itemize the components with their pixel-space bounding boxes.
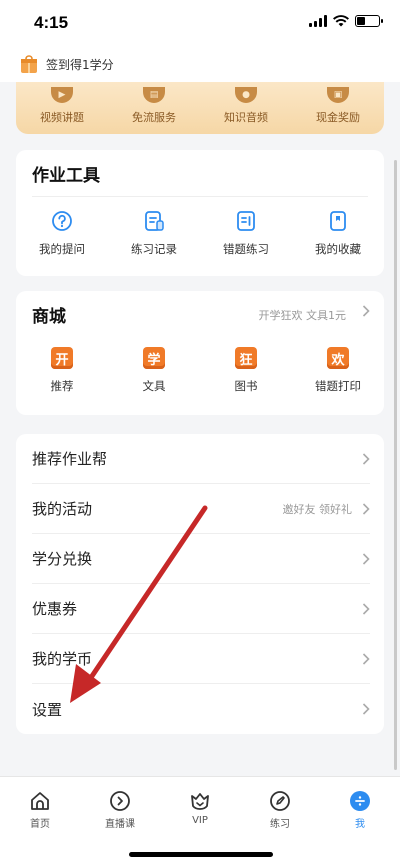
menu-list-card: 推荐作业帮 我的活动 邀好友 领好礼 学分兑换 优惠券 我的学币 设置 [16,434,384,734]
wifi-icon [333,15,349,27]
tool-label: 错题练习 [223,242,269,256]
tab-label: 首页 [30,819,50,830]
tool-favorites[interactable]: 我的收藏 [296,210,380,257]
chevron-right-icon [362,502,370,515]
tab-me[interactable]: 我 [325,790,395,830]
tab-practice[interactable]: 练习 [245,790,315,830]
tool-practice-record[interactable]: 练习记录 [112,210,196,257]
menu-item-label: 优惠券 [32,600,78,618]
cellular-signal-icon [309,15,327,27]
tab-home[interactable]: 首页 [5,790,75,830]
menu-item-credit-exchange[interactable]: 学分兑换 [32,534,370,584]
live-icon [110,791,130,811]
menu-item-settings[interactable]: 设置 [32,684,370,734]
mall-item-label: 文具 [142,379,166,393]
benefit-video[interactable]: ▶ 视频讲题 [22,87,102,125]
practice-icon [270,791,290,811]
mall-item-label: 推荐 [50,379,74,393]
menu-item-label: 设置 [32,700,63,719]
chevron-right-icon [362,552,370,565]
mall-wrong-print-icon: 欢 [327,347,349,369]
homework-tools-card: 作业工具 我的提问 练习记录 错题练习 我的收藏 [16,150,384,276]
mall-recommend[interactable]: 开 推荐 [20,347,104,394]
status-bar: 4:15 [0,0,400,46]
chevron-right-icon [362,703,370,715]
gift-icon: ▣ [327,87,349,103]
wrong-question-icon [237,211,255,231]
mall-stationery-icon: 学 [143,347,165,369]
menu-item-my-coins[interactable]: 我的学币 [32,634,370,684]
mall-books[interactable]: 狂 图书 [204,347,288,394]
tool-label: 练习记录 [131,242,177,256]
benefit-label: 免流服务 [132,111,176,124]
mall-item-label: 错题打印 [315,379,361,393]
status-time: 4:15 [34,13,69,32]
me-icon [350,791,370,811]
video-icon: ▶ [51,87,73,103]
tab-live[interactable]: 直播课 [85,790,155,830]
tool-label: 我的收藏 [315,242,361,256]
sim-icon: ▤ [143,87,165,103]
tab-label: 练习 [270,819,290,830]
homework-tools-title: 作业工具 [32,166,100,186]
tab-vip[interactable]: VIP [165,790,235,830]
practice-record-icon [145,211,164,231]
question-icon [52,211,72,231]
menu-item-recommend[interactable]: 推荐作业帮 [32,434,370,484]
chevron-right-icon [362,652,370,665]
mall-title[interactable]: 商城 [32,302,66,327]
tab-label: 直播课 [105,819,135,830]
benefit-cash[interactable]: ▣ 现金奖励 [298,87,378,125]
mall-card: 商城 开学狂欢 文具1元 开 推荐 学 文具 狂 图书 欢 错题打印 [16,291,384,415]
benefit-free-data[interactable]: ▤ 免流服务 [114,87,194,125]
mall-promo-text[interactable]: 开学狂欢 文具1元 [259,307,347,323]
status-icons [309,15,383,27]
benefit-label: 知识音频 [224,111,268,124]
battery-icon [355,15,383,27]
mall-wrong-print[interactable]: 欢 错题打印 [296,347,380,394]
benefit-label: 视频讲题 [40,111,84,124]
chevron-right-icon[interactable] [362,305,370,317]
chevron-right-icon [362,452,370,465]
benefit-audio[interactable]: ● 知识音频 [206,87,286,125]
home-indicator[interactable] [129,852,273,857]
menu-item-label: 推荐作业帮 [32,450,108,468]
menu-item-label: 学分兑换 [32,550,93,568]
mall-books-icon: 狂 [235,347,257,369]
vip-benefits-strip: ▶ 视频讲题 ▤ 免流服务 ● 知识音频 ▣ 现金奖励 [16,82,384,134]
gift-bag-icon [21,55,37,73]
mall-item-label: 图书 [234,379,258,393]
menu-item-label: 我的学币 [32,650,93,668]
menu-item-hint: 邀好友 领好礼 [282,502,353,516]
home-icon [31,792,49,810]
menu-item-coupons[interactable]: 优惠券 [32,584,370,634]
signin-text: 签到得1学分 [46,57,114,72]
signin-banner[interactable]: 签到得1学分 [0,46,400,82]
bookmark-icon [330,211,346,231]
vip-icon [191,793,209,810]
divider [32,196,368,197]
scrollbar[interactable] [394,160,397,770]
chevron-right-icon [362,602,370,615]
tool-wrong-questions[interactable]: 错题练习 [204,210,288,257]
menu-item-my-activities[interactable]: 我的活动 邀好友 领好礼 [32,484,370,534]
tool-label: 我的提问 [39,242,85,256]
mall-recommend-icon: 开 [51,347,73,369]
tab-label: 我 [355,819,365,830]
tool-my-questions[interactable]: 我的提问 [20,210,104,257]
tab-label: VIP [192,815,208,826]
benefit-label: 现金奖励 [316,111,360,124]
mall-stationery[interactable]: 学 文具 [112,347,196,394]
bell-icon: ● [235,87,257,103]
menu-item-label: 我的活动 [32,500,93,518]
